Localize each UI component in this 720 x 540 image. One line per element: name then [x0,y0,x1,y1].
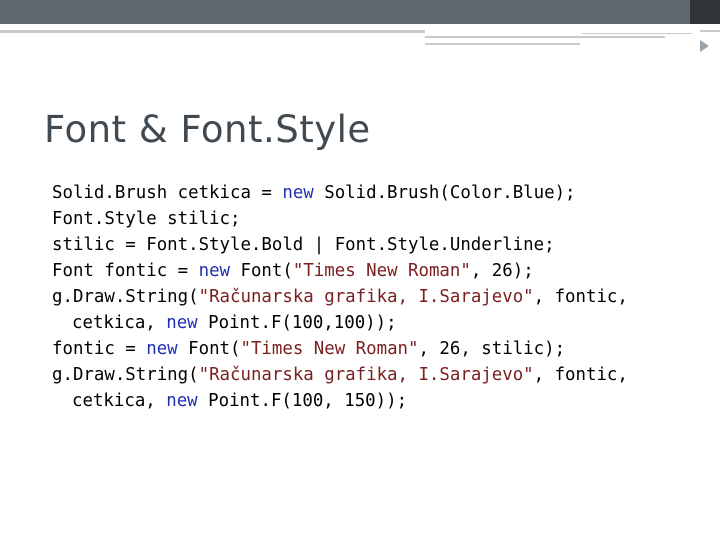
decorative-rule [425,36,665,38]
decorative-rule [0,30,425,33]
code-line: Font.Style stilic; [52,206,628,232]
code-line: Font fontic = new Font("Times New Roman"… [52,258,628,284]
code-text: g.Draw.String( [52,287,199,307]
header-bar [0,0,720,24]
code-block: Solid.Brush cetkica = new Solid.Brush(Co… [52,180,628,414]
decorative-rule [582,33,692,34]
code-text: , fontic, [533,287,628,307]
code-text: Font( [230,261,293,281]
code-text: stilic = Font.Style.Bold | Font.Style.Un… [52,235,555,255]
triangle-marker-icon [700,40,709,52]
code-text: , fontic, [533,365,628,385]
code-line: fontic = new Font("Times New Roman", 26,… [52,336,628,362]
code-keyword: new [282,183,314,203]
code-keyword: new [198,261,231,281]
code-string: "Računarska grafika, I.Sarajevo" [198,287,534,307]
code-string: "Times New Roman" [240,339,419,359]
code-string: "Računarska grafika, I.Sarajevo" [198,365,534,385]
code-line: g.Draw.String("Računarska grafika, I.Sar… [52,362,628,388]
code-text: Point.F(100,100)); [197,313,397,333]
code-line: cetkica, new Point.F(100, 150)); [52,388,628,414]
header-bar-corner [690,0,720,24]
decorative-rule [425,43,580,45]
code-text: Point.F(100, 150)); [197,391,408,411]
code-line: stilic = Font.Style.Bold | Font.Style.Un… [52,232,628,258]
code-line: Solid.Brush cetkica = new Solid.Brush(Co… [52,180,628,206]
code-line: cetkica, new Point.F(100,100)); [52,310,628,336]
code-keyword: new [146,339,178,359]
code-keyword: new [166,391,198,411]
code-text: Font fontic = [52,261,199,281]
code-text: g.Draw.String( [52,365,199,385]
code-text: Font.Style stilic; [52,209,241,229]
code-text: cetkica, [72,391,167,411]
slide-title: Font & Font.Style [44,108,371,151]
code-text: fontic = [52,339,147,359]
code-string: "Times New Roman" [292,261,471,281]
code-text: , 26, stilic); [418,339,566,359]
code-text: Font( [177,339,241,359]
code-keyword: new [166,313,198,333]
code-text: , 26); [470,261,534,281]
decorative-rule [700,30,720,32]
code-text: Solid.Brush cetkica = [52,183,283,203]
code-text: Solid.Brush(Color.Blue); [313,183,576,203]
code-line: g.Draw.String("Računarska grafika, I.Sar… [52,284,628,310]
code-text: cetkica, [72,313,167,333]
